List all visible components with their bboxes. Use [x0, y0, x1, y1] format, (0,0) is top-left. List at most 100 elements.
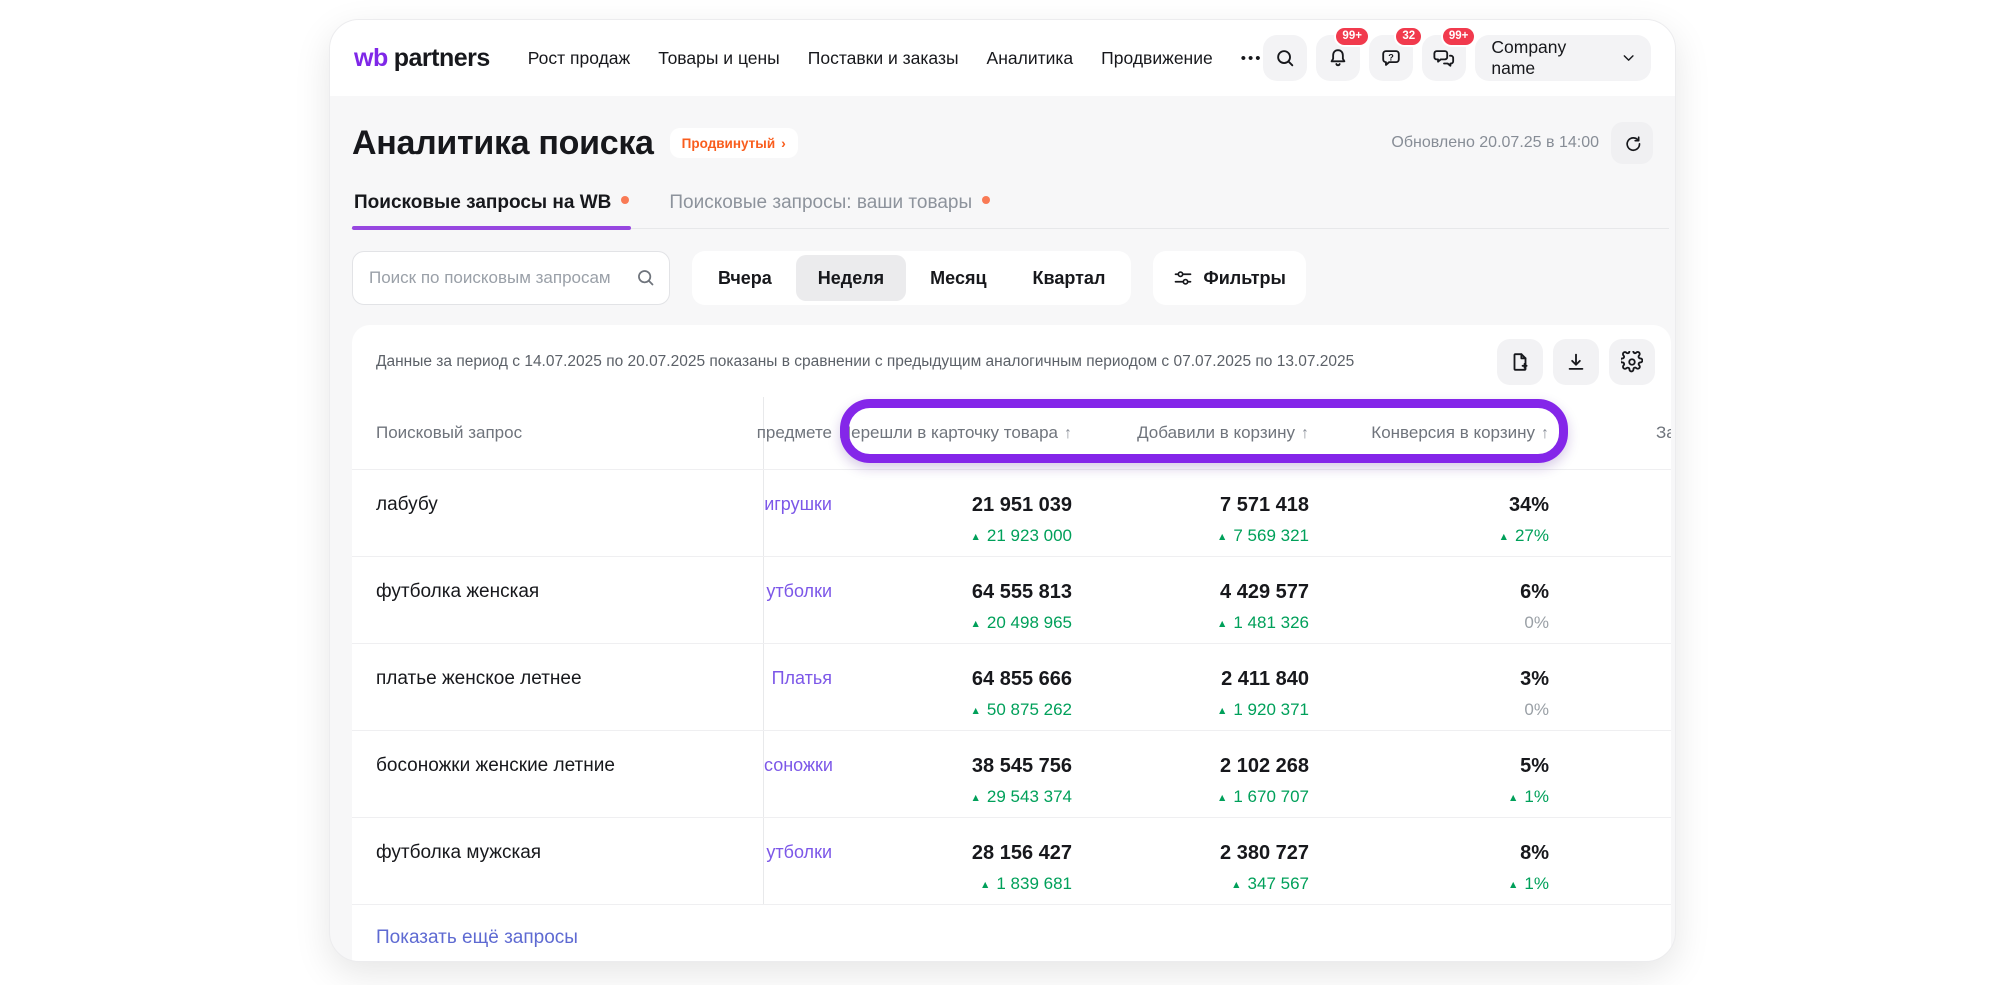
column-header-added-to-cart[interactable]: Добавили в корзину: [1072, 397, 1309, 469]
page-title: Аналитика поиска: [352, 124, 654, 163]
table-row: футболка мужская утболки 28 156 427 1 83…: [352, 817, 1671, 904]
cart-adds-value: 2 411 840: [1072, 668, 1309, 691]
nav-item-promotion[interactable]: Продвижение: [1101, 48, 1213, 69]
conversion-change: 27%: [1515, 526, 1549, 545]
cart-adds-change: 1 920 371: [1233, 700, 1309, 719]
cart-adds-change: 347 567: [1248, 874, 1309, 893]
category-link[interactable]: Платья: [772, 668, 832, 688]
card-visits-value: 28 156 427: [832, 842, 1072, 865]
company-switcher[interactable]: Company name: [1475, 35, 1651, 81]
card-visits-change: 50 875 262: [987, 700, 1072, 719]
chat-button[interactable]: 99+: [1422, 35, 1466, 81]
page-header-right: Обновлено 20.07.25 в 14:00: [1391, 122, 1653, 164]
sort-asc-icon: [1064, 423, 1072, 443]
card-visits-change: 21 923 000: [987, 526, 1072, 545]
new-indicator-dot: [982, 196, 990, 204]
period-week-button[interactable]: Неделя: [796, 255, 906, 301]
column-header-label: Перешли в карточку товара: [839, 423, 1058, 443]
conversion-change: 0%: [1524, 700, 1549, 719]
search-icon: [1274, 47, 1296, 69]
show-more-queries-link[interactable]: Показать ещё запросы: [376, 927, 578, 948]
trend-up-icon: [971, 700, 987, 719]
table-card-header: Данные за период с 14.07.2025 по 20.07.2…: [352, 325, 1671, 397]
table-settings-button[interactable]: [1609, 339, 1655, 385]
wb-partners-logo[interactable]: wb partners: [354, 44, 490, 73]
help-button[interactable]: ? 32: [1369, 35, 1413, 81]
table-row: платье женское летнее Платья 64 855 666 …: [352, 643, 1671, 730]
search-queries-table-card: Данные за период с 14.07.2025 по 20.07.2…: [352, 325, 1671, 962]
table-footer: Показать ещё запросы: [352, 904, 1671, 962]
trend-up-icon: [1508, 874, 1524, 893]
plan-advanced-badge[interactable]: Продвинутый ›: [670, 128, 798, 158]
search-icon[interactable]: [635, 267, 656, 288]
bell-icon: [1327, 47, 1349, 69]
app-window: wb partners Рост продаж Товары и цены По…: [329, 19, 1676, 962]
period-quarter-button[interactable]: Квартал: [1011, 255, 1128, 301]
nav-item-sales-growth[interactable]: Рост продаж: [528, 48, 630, 69]
cart-adds-value: 2 102 268: [1072, 755, 1309, 778]
download-button[interactable]: [1553, 339, 1599, 385]
cart-adds-change: 1 481 326: [1233, 613, 1309, 632]
category-link[interactable]: утболки: [766, 842, 832, 862]
period-yesterday-button[interactable]: Вчера: [696, 255, 794, 301]
topbar-right-cluster: 99+ ? 32 99+ Company name: [1263, 35, 1652, 81]
query-cell: платье женское летнее: [352, 644, 764, 730]
card-visits-value: 21 951 039: [832, 494, 1072, 517]
chevron-right-icon: ›: [781, 135, 786, 151]
category-link[interactable]: соножки: [764, 755, 833, 775]
card-visits-value: 64 555 813: [832, 581, 1072, 604]
conversion-change: 0%: [1524, 613, 1549, 632]
search-button[interactable]: [1263, 35, 1307, 81]
notifications-button[interactable]: 99+: [1316, 35, 1360, 81]
column-header-product-card-visits[interactable]: Перешли в карточку товара: [832, 397, 1072, 469]
gear-icon: [1621, 351, 1643, 373]
nav-item-supplies-orders[interactable]: Поставки и заказы: [808, 48, 959, 69]
trend-up-icon: [1217, 526, 1233, 545]
column-header-cart-conversion[interactable]: Конверсия в корзину: [1309, 397, 1549, 469]
category-link[interactable]: игрушки: [764, 494, 832, 514]
create-report-button[interactable]: [1497, 339, 1543, 385]
card-visits-value: 38 545 756: [832, 755, 1072, 778]
cart-adds-value: 2 380 727: [1072, 842, 1309, 865]
tab-label: Поисковые запросы на WB: [354, 192, 611, 214]
nav-item-products-prices[interactable]: Товары и цены: [658, 48, 780, 69]
sort-asc-icon: [1541, 423, 1549, 443]
tabs-bar: Поисковые запросы на WB Поисковые запрос…: [351, 188, 1669, 229]
top-navigation-bar: wb partners Рост продаж Товары и цены По…: [330, 20, 1675, 96]
search-input[interactable]: [352, 251, 670, 305]
nav-item-analytics[interactable]: Аналитика: [987, 48, 1074, 69]
cart-adds-change: 7 569 321: [1233, 526, 1309, 545]
refresh-button[interactable]: [1611, 122, 1653, 164]
tab-search-queries-your-products[interactable]: Поисковые запросы: ваши товары: [667, 188, 992, 228]
trend-up-icon: [1508, 787, 1524, 806]
filters-button[interactable]: Фильтры: [1153, 251, 1306, 305]
trend-up-icon: [1217, 700, 1233, 719]
column-header-label: Добавили в корзину: [1137, 423, 1295, 443]
period-comparison-info: Данные за период с 14.07.2025 по 20.07.2…: [376, 353, 1497, 371]
column-header-search-query: Поисковый запрос: [352, 397, 764, 469]
more-menu-icon[interactable]: •••: [1241, 50, 1263, 67]
query-cell: футболка женская: [352, 557, 764, 643]
period-segmented-control: Вчера Неделя Месяц Квартал: [692, 251, 1131, 305]
notifications-badge: 99+: [1334, 26, 1370, 47]
conversion-value: 6%: [1309, 581, 1549, 604]
page-content: Аналитика поиска Продвинутый › Обновлено…: [330, 96, 1675, 962]
conversion-value: 5%: [1309, 755, 1549, 778]
conversion-value: 34%: [1309, 494, 1549, 517]
page-header: Аналитика поиска Продвинутый › Обновлено…: [351, 96, 1669, 164]
trend-up-icon: [1217, 787, 1233, 806]
trend-up-icon: [971, 787, 987, 806]
card-visits-change: 29 543 374: [987, 787, 1072, 806]
refresh-icon: [1622, 133, 1642, 153]
file-plus-icon: [1509, 351, 1531, 373]
category-link[interactable]: утболки: [766, 581, 832, 601]
tab-search-queries-wb[interactable]: Поисковые запросы на WB: [352, 188, 631, 228]
column-header-label: Конверсия в корзину: [1371, 423, 1535, 443]
conversion-value: 8%: [1309, 842, 1549, 865]
trend-up-icon: [971, 526, 987, 545]
table-row: лабубу игрушки 21 951 039 21 923 000 7 5…: [352, 469, 1671, 556]
card-visits-change: 1 839 681: [996, 874, 1072, 893]
logo-wb: wb: [354, 44, 388, 73]
trend-up-icon: [1217, 613, 1233, 632]
period-month-button[interactable]: Месяц: [908, 255, 1008, 301]
